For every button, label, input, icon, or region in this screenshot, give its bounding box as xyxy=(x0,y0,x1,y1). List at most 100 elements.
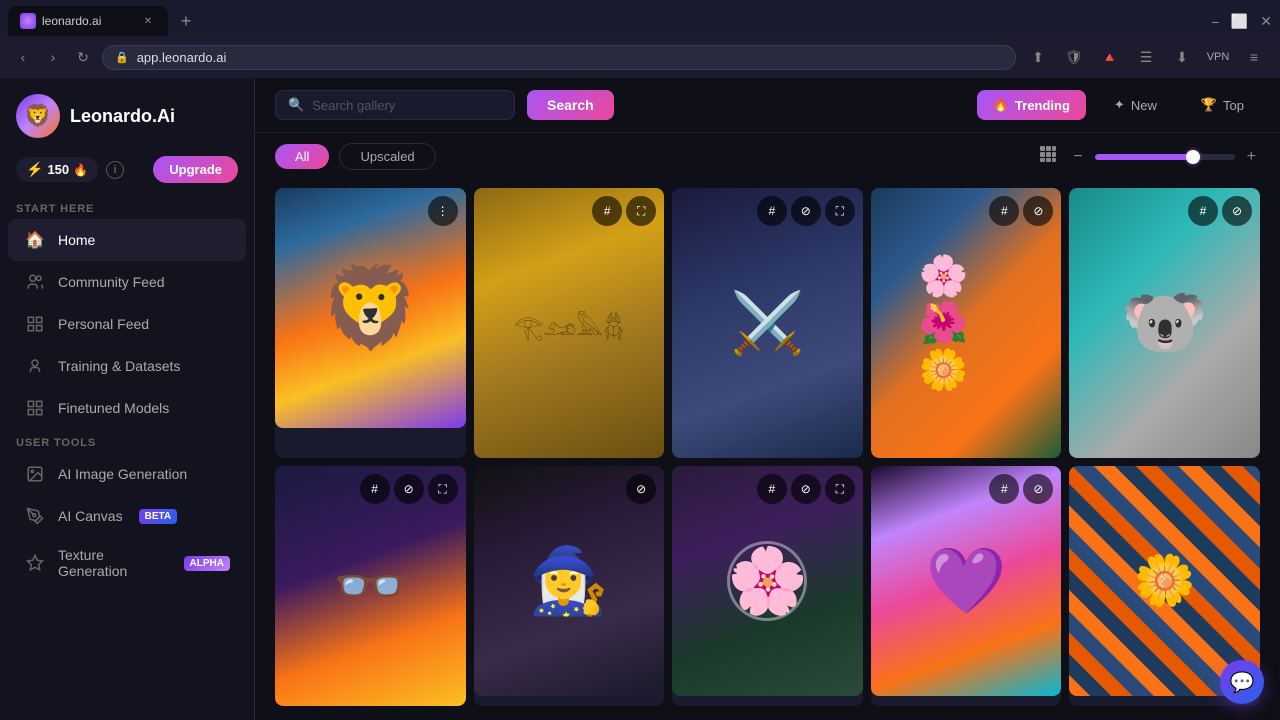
gallery-grid: ⋮ # ⛶ # ⊘ xyxy=(275,188,1260,706)
watermark: RRCG xyxy=(727,541,807,621)
img-action-btn-1[interactable]: ⋮ xyxy=(428,196,458,226)
active-tab[interactable]: leonardo.ai ✕ xyxy=(8,6,168,36)
img-action-btn-2b[interactable]: ⛶ xyxy=(626,196,656,226)
token-info-button[interactable]: i xyxy=(106,161,124,179)
sidebar-item-personal-feed[interactable]: Personal Feed xyxy=(8,303,246,345)
img-action-btn-4a[interactable]: # xyxy=(989,196,1019,226)
personal-feed-icon xyxy=(24,313,46,335)
trending-button[interactable]: 🔥 Trending xyxy=(977,90,1086,120)
address-input[interactable]: 🔒 app.leonardo.ai xyxy=(102,45,1016,70)
img-action-btn-9b[interactable]: ⊘ xyxy=(1023,474,1053,504)
top-bar: 🔍 Search gallery Search 🔥 Trending ✦ New… xyxy=(255,78,1280,133)
lion-image: ⋮ xyxy=(275,188,466,428)
download-icon[interactable]: ⬇ xyxy=(1168,43,1196,71)
image-actions-7: ⊘ xyxy=(626,474,656,504)
zoom-in-button[interactable]: + xyxy=(1243,144,1260,170)
filter-upscaled-button[interactable]: Upscaled xyxy=(339,143,435,170)
anime-girl-image: # ⊘ ⛶ xyxy=(275,466,466,706)
ai-canvas-label: AI Canvas xyxy=(58,508,123,524)
shield-icon[interactable]: 🛡 xyxy=(1060,43,1088,71)
img-action-btn-6b[interactable]: ⊘ xyxy=(394,474,424,504)
image-actions-3: # ⊘ ⛶ xyxy=(757,196,855,226)
browser-chrome: leonardo.ai ✕ + ⎯ ⬜ ✕ ‹ › ↻ 🔒 app.leonar… xyxy=(0,0,1280,78)
sidebar-logo: 🦁 Leonardo.Ai xyxy=(0,78,254,150)
home-label: Home xyxy=(58,232,95,248)
beta-badge: BETA xyxy=(139,509,177,524)
new-button[interactable]: ✦ New xyxy=(1098,90,1173,120)
upgrade-button[interactable]: Upgrade xyxy=(153,156,238,183)
koala-image: # ⊘ xyxy=(1069,188,1260,458)
image-actions-5: # ⊘ xyxy=(1188,196,1252,226)
img-action-btn-5b[interactable]: ⊘ xyxy=(1222,196,1252,226)
user-tools-label: User Tools xyxy=(0,429,254,453)
img-action-btn-3c[interactable]: ⛶ xyxy=(825,196,855,226)
zoom-out-button[interactable]: − xyxy=(1069,144,1086,170)
tab-close-button[interactable]: ✕ xyxy=(140,13,156,29)
sidebar-item-finetuned[interactable]: Finetuned Models xyxy=(8,387,246,429)
tokens-row: ⚡ 150 🔥 i Upgrade xyxy=(0,150,254,195)
img-action-btn-5a[interactable]: # xyxy=(1188,196,1218,226)
sidebar-item-community-feed[interactable]: Community Feed xyxy=(8,261,246,303)
forward-button[interactable]: › xyxy=(42,46,64,68)
grid-view-button[interactable] xyxy=(1035,141,1061,172)
img-action-btn-6a[interactable]: # xyxy=(360,474,390,504)
chat-bubble-button[interactable]: 💬 xyxy=(1220,660,1264,704)
img-action-btn-2a[interactable]: # xyxy=(592,196,622,226)
sidebar-item-training[interactable]: Training & Datasets xyxy=(8,345,246,387)
img-action-btn-4b[interactable]: ⊘ xyxy=(1023,196,1053,226)
top-button[interactable]: 🏆 Top xyxy=(1185,90,1260,120)
sidebar-item-texture-gen[interactable]: Texture Generation ALPHA xyxy=(8,537,246,589)
menu-icon[interactable]: ≡ xyxy=(1240,43,1268,71)
img-action-btn-3a[interactable]: # xyxy=(757,196,787,226)
logo-text: Leonardo.Ai xyxy=(70,106,175,127)
sidebar-item-ai-image-gen[interactable]: AI Image Generation xyxy=(8,453,246,495)
token-count: ⚡ 150 🔥 xyxy=(16,157,98,182)
back-button[interactable]: ‹ xyxy=(12,46,34,68)
img-action-btn-7a[interactable]: ⊘ xyxy=(626,474,656,504)
finetuned-label: Finetuned Models xyxy=(58,400,169,416)
sidebar-item-home[interactable]: 🏠 Home xyxy=(8,219,246,261)
colorful-hair-image: # ⊘ xyxy=(871,466,1062,696)
search-placeholder: Search gallery xyxy=(312,98,395,113)
gallery-item-colorful-hair[interactable]: # ⊘ xyxy=(871,466,1062,706)
gallery-item-flowers[interactable]: # ⊘ xyxy=(871,188,1062,458)
gallery-item-dark-woman[interactable]: ⊘ xyxy=(474,466,665,706)
gallery-item-anime-girl[interactable]: # ⊘ ⛶ xyxy=(275,466,466,706)
img-action-btn-3b[interactable]: ⊘ xyxy=(791,196,821,226)
vpn-label[interactable]: VPN xyxy=(1204,43,1232,71)
search-button[interactable]: Search xyxy=(527,90,614,120)
maximize-button[interactable]: ⬜ xyxy=(1231,13,1248,30)
reader-icon[interactable]: ☰ xyxy=(1132,43,1160,71)
new-icon: ✦ xyxy=(1114,97,1125,113)
flame-icon: 🔥 xyxy=(73,163,88,177)
flowers-image: # ⊘ xyxy=(871,188,1062,458)
zoom-slider[interactable] xyxy=(1095,154,1235,160)
new-label: New xyxy=(1131,98,1157,113)
gallery-item-warrior[interactable]: # ⊘ ⛶ xyxy=(672,188,863,458)
gallery-scroll[interactable]: ⋮ # ⛶ # ⊘ xyxy=(255,180,1280,720)
img-action-btn-8c[interactable]: ⛶ xyxy=(825,474,855,504)
img-action-btn-8b[interactable]: ⊘ xyxy=(791,474,821,504)
gallery-item-koala[interactable]: # ⊘ xyxy=(1069,188,1260,458)
brave-icon[interactable]: 🔺 xyxy=(1096,43,1124,71)
close-button[interactable]: ✕ xyxy=(1260,13,1272,30)
new-tab-button[interactable]: + xyxy=(172,7,200,35)
img-action-btn-6c[interactable]: ⛶ xyxy=(428,474,458,504)
start-here-label: Start Here xyxy=(0,195,254,219)
community-feed-label: Community Feed xyxy=(58,274,165,290)
filter-all-button[interactable]: All xyxy=(275,144,329,169)
sidebar-item-ai-canvas[interactable]: AI Canvas BETA xyxy=(8,495,246,537)
minimize-button[interactable]: ⎯ xyxy=(1212,13,1219,30)
tab-favicon xyxy=(20,13,36,29)
reload-button[interactable]: ↻ xyxy=(72,46,94,68)
image-actions-9: # ⊘ xyxy=(989,474,1053,504)
img-action-btn-8a[interactable]: # xyxy=(757,474,787,504)
canvas-icon xyxy=(24,505,46,527)
img-action-btn-9a[interactable]: # xyxy=(989,474,1019,504)
gallery-item-hieroglyphs[interactable]: # ⛶ xyxy=(474,188,665,458)
gallery-item-lion[interactable]: ⋮ xyxy=(275,188,466,458)
filter-bar: All Upscaled − xyxy=(255,133,1280,180)
search-box[interactable]: 🔍 Search gallery xyxy=(275,90,515,120)
gallery-item-pink-girl[interactable]: # ⊘ ⛶ RRCG xyxy=(672,466,863,706)
share-icon[interactable]: ⬆ xyxy=(1024,43,1052,71)
